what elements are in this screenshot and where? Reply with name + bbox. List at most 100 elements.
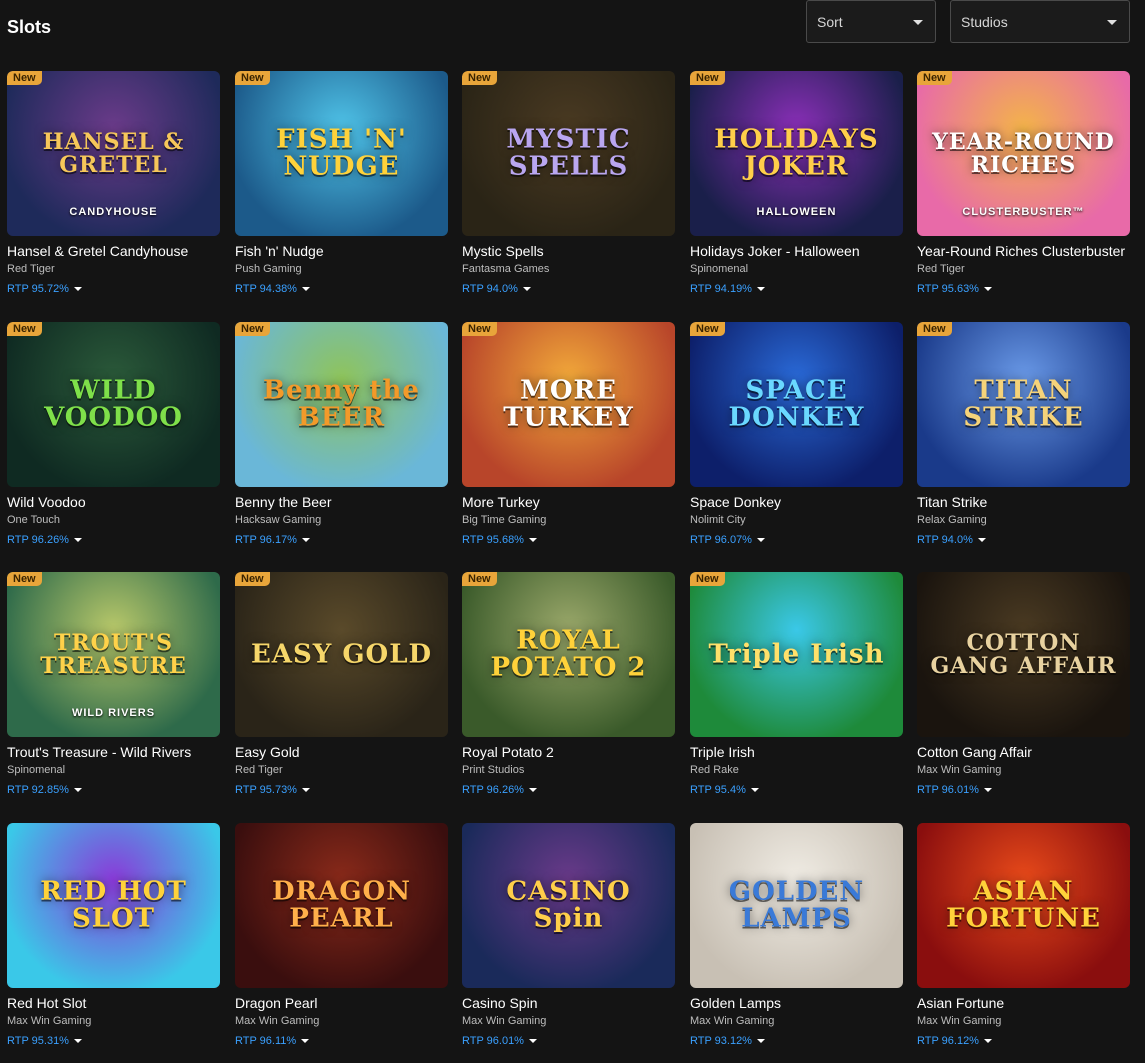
game-title[interactable]: Trout's Treasure - Wild Rivers [7,744,220,760]
game-title[interactable]: Wild Voodoo [7,494,220,510]
game-card[interactable]: COTTON GANG AFFAIR Cotton Gang Affair Max … [917,572,1130,802]
rtp-toggle[interactable]: RTP 93.12% [690,1035,765,1047]
rtp-toggle[interactable]: RTP 94.0% [462,283,531,295]
chevron-down-icon [301,538,310,543]
game-logo-art: Triple Irish [708,638,885,669]
game-thumbnail[interactable]: EASY GOLD New [235,572,448,737]
game-card[interactable]: SPACE DONKEY New Space Donkey Nolimit City R… [690,322,903,552]
game-title[interactable]: Casino Spin [462,995,675,1011]
page-header: Slots Sort Studios [0,0,1145,56]
game-logo-art: TROUT'S TREASURE [40,629,187,679]
game-thumbnail[interactable]: HOLIDAYS JOKER HALLOWEEN New [690,71,903,236]
game-logo-subtitle: CANDYHOUSE [69,206,158,218]
game-thumbnail[interactable]: COTTON GANG AFFAIR [917,572,1130,737]
rtp-toggle[interactable]: RTP 95.63% [917,283,992,295]
game-card[interactable]: EASY GOLD New Easy Gold Red Tiger RTP 95.73% [235,572,448,802]
game-thumbnail[interactable]: WILD VOODOO New [7,322,220,487]
game-card[interactable]: WILD VOODOO New Wild Voodoo One Touch RTP 96… [7,322,220,552]
game-title[interactable]: More Turkey [462,494,675,510]
game-title[interactable]: Hansel & Gretel Candyhouse [7,243,220,259]
game-studio: Max Win Gaming [917,1015,1002,1027]
game-thumbnail[interactable]: TROUT'S TREASURE WILD RIVERS New [7,572,220,737]
rtp-toggle[interactable]: RTP 94.38% [235,283,310,295]
game-thumbnail[interactable]: ASIAN FORTUNE [917,823,1130,988]
rtp-toggle[interactable]: RTP 95.31% [7,1035,82,1047]
game-studio: One Touch [7,514,61,526]
game-card[interactable]: HOLIDAYS JOKER HALLOWEEN New Holidays Joker… [690,71,903,301]
rtp-toggle[interactable]: RTP 96.12% [917,1035,992,1047]
game-title[interactable]: Royal Potato 2 [462,744,675,760]
new-badge: New [690,71,725,85]
game-card[interactable]: RED HOT SLOT Red Hot Slot Max Win Gaming RT… [7,823,220,1053]
game-title[interactable]: Year-Round Riches Clusterbuster [917,243,1130,259]
rtp-toggle[interactable]: RTP 96.11% [235,1035,310,1047]
game-card[interactable]: GOLDEN LAMPS Golden Lamps Max Win Gaming RT… [690,823,903,1053]
game-logo-art: EASY GOLD [250,638,433,669]
rtp-toggle[interactable]: RTP 96.26% [462,784,537,796]
game-card[interactable]: MYSTIC SPELLS New Mystic Spells Fantasma Ga… [462,71,675,301]
game-thumbnail[interactable]: Benny the BEER New [235,322,448,487]
game-title[interactable]: Cotton Gang Affair [917,744,1130,760]
game-card[interactable]: ASIAN FORTUNE Asian Fortune Max Win Gaming… [917,823,1130,1053]
rtp-toggle[interactable]: RTP 96.01% [917,784,992,796]
game-thumbnail[interactable]: MORE TURKEY New [462,322,675,487]
game-title[interactable]: Titan Strike [917,494,1130,510]
game-title[interactable]: Golden Lamps [690,995,903,1011]
rtp-value: RTP 94.0% [917,534,973,546]
game-thumbnail[interactable]: Triple Irish New [690,572,903,737]
game-title[interactable]: Asian Fortune [917,995,1130,1011]
game-logo-art: COTTON GANG AFFAIR [930,629,1117,679]
game-title[interactable]: Benny the Beer [235,494,448,510]
game-studio: Hacksaw Gaming [235,514,322,526]
rtp-toggle[interactable]: RTP 96.07% [690,534,765,546]
game-card[interactable]: Triple Irish New Triple Irish Red Rake RTP 9… [690,572,903,802]
rtp-toggle[interactable]: RTP 94.0% [917,534,986,546]
rtp-value: RTP 96.01% [462,1035,524,1047]
game-title[interactable]: Mystic Spells [462,243,675,259]
game-logo-art: ASIAN FORTUNE [946,876,1101,934]
game-logo-art: HANSEL & GRETEL [42,128,185,178]
game-card[interactable]: TROUT'S TREASURE WILD RIVERS New Trout's Tr… [7,572,220,802]
rtp-toggle[interactable]: RTP 96.17% [235,534,310,546]
game-thumbnail[interactable]: DRAGON PEARL [235,823,448,988]
rtp-toggle[interactable]: RTP 94.19% [690,283,765,295]
rtp-toggle[interactable]: RTP 92.85% [7,784,82,796]
game-title[interactable]: Red Hot Slot [7,995,220,1011]
game-title[interactable]: Space Donkey [690,494,903,510]
game-card[interactable]: TITAN STRIKE New Titan Strike Relax Gaming R… [917,322,1130,552]
studios-dropdown[interactable]: Studios [950,0,1130,43]
rtp-toggle[interactable]: RTP 95.72% [7,283,82,295]
sort-dropdown[interactable]: Sort [806,0,936,43]
game-thumbnail[interactable]: ROYAL POTATO 2 New [462,572,675,737]
game-studio: Big Time Gaming [462,514,547,526]
rtp-toggle[interactable]: RTP 95.73% [235,784,310,796]
game-title[interactable]: Fish 'n' Nudge [235,243,448,259]
game-title[interactable]: Dragon Pearl [235,995,448,1011]
game-card[interactable]: CASINO Spin Casino Spin Max Win Gaming RTP … [462,823,675,1053]
rtp-toggle[interactable]: RTP 95.68% [462,534,537,546]
game-title[interactable]: Easy Gold [235,744,448,760]
game-title[interactable]: Holidays Joker - Halloween [690,243,903,259]
game-thumbnail[interactable]: FISH 'N' NUDGE New [235,71,448,236]
game-thumbnail[interactable]: GOLDEN LAMPS [690,823,903,988]
game-card[interactable]: ROYAL POTATO 2 New Royal Potato 2 Print Stu… [462,572,675,802]
rtp-toggle[interactable]: RTP 96.01% [462,1035,537,1047]
game-card[interactable]: HANSEL & GRETEL CANDYHOUSE New Hansel & Gre… [7,71,220,301]
game-thumbnail[interactable]: YEAR-ROUND RICHES CLUSTERBUSTER™ New [917,71,1130,236]
game-thumbnail[interactable]: MYSTIC SPELLS New [462,71,675,236]
game-thumbnail[interactable]: SPACE DONKEY New [690,322,903,487]
rtp-toggle[interactable]: RTP 96.26% [7,534,82,546]
game-thumbnail[interactable]: RED HOT SLOT [7,823,220,988]
game-card[interactable]: DRAGON PEARL Dragon Pearl Max Win Gaming RT… [235,823,448,1053]
chevron-down-icon [977,538,986,543]
game-card[interactable]: MORE TURKEY New More Turkey Big Time Gaming… [462,322,675,552]
game-thumbnail[interactable]: TITAN STRIKE New [917,322,1130,487]
game-card[interactable]: Benny the BEER New Benny the Beer Hacksaw G… [235,322,448,552]
game-card[interactable]: YEAR-ROUND RICHES CLUSTERBUSTER™ New Year-R… [917,71,1130,301]
game-thumbnail[interactable]: CASINO Spin [462,823,675,988]
rtp-value: RTP 93.12% [690,1035,752,1047]
game-card[interactable]: FISH 'N' NUDGE New Fish 'n' Nudge Push Gami… [235,71,448,301]
rtp-toggle[interactable]: RTP 95.4% [690,784,759,796]
game-thumbnail[interactable]: HANSEL & GRETEL CANDYHOUSE New [7,71,220,236]
game-title[interactable]: Triple Irish [690,744,903,760]
